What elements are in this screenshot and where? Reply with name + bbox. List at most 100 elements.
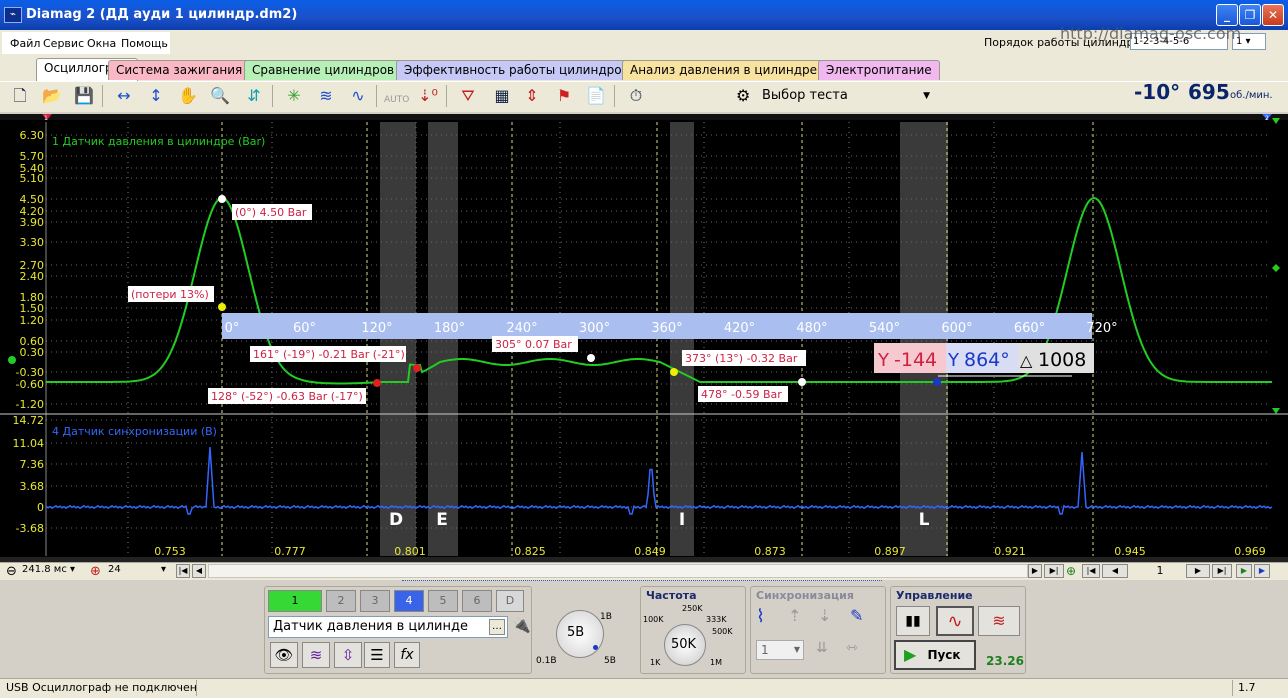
wave-invert-icon[interactable]: ≋	[302, 642, 330, 668]
channel-4-button[interactable]: 4	[394, 590, 424, 612]
tab-ignition[interactable]: Система зажигания	[108, 60, 251, 80]
window-title: Diamag 2 (ДД ауди 1 цилиндр.dm2)	[26, 7, 298, 22]
page-last-button[interactable]: ▶|	[1212, 564, 1232, 578]
watermark: http://diamag-osc.com	[1060, 24, 1242, 43]
magnifier-icon[interactable]: 🔍	[208, 84, 232, 108]
multi-wave-button[interactable]: ≋	[978, 606, 1020, 636]
auto-icon[interactable]: AUTO	[384, 84, 409, 108]
control-title: Управление	[896, 589, 973, 602]
document-icon[interactable]: 📄	[584, 84, 608, 108]
fit-icon[interactable]: ⇵	[242, 84, 266, 108]
timebase-select[interactable]: 241.8 мс ▾	[22, 564, 88, 578]
time-tick-label: 0.969	[1234, 545, 1266, 558]
menu-windows[interactable]: Окна	[87, 37, 116, 50]
auto-clock-icon[interactable]: ⏱	[624, 84, 648, 108]
tab-cylinder-efficiency[interactable]: Эффективность работы цилиндров	[396, 60, 637, 80]
sensor-settings-icon[interactable]: 🔌	[512, 616, 531, 634]
sync-rising-icon[interactable]: ⌇	[756, 606, 765, 627]
degree-tick-label: 0°	[225, 321, 240, 336]
lines-icon[interactable]: ☰	[364, 642, 390, 668]
sync-down-icon[interactable]: ⇣	[818, 606, 831, 625]
horizontal-scrollbar[interactable]	[208, 564, 1028, 578]
pause-button[interactable]: ▮▮	[896, 606, 930, 636]
page-prev-button[interactable]: ◀	[1102, 564, 1128, 578]
new-file-icon[interactable]: 🗋	[8, 84, 32, 108]
ch4-tick-label: 7.36	[20, 458, 45, 471]
zoom-horizontal-icon[interactable]: ↔	[112, 84, 136, 108]
first-page-button[interactable]: |◀	[176, 564, 190, 578]
ch1-scale-top	[1272, 118, 1280, 124]
data-point	[373, 379, 381, 387]
play-page-button[interactable]: ▶	[1236, 564, 1252, 578]
channel-6-button[interactable]: 6	[462, 590, 492, 612]
tab-cylinder-compare[interactable]: Сравнение цилиндров	[244, 60, 403, 80]
function-icon[interactable]: fx	[394, 642, 420, 668]
sensor-select[interactable]: Датчик давления в цилинде…	[268, 616, 508, 638]
channel-5-button[interactable]: 5	[428, 590, 458, 612]
tab-power[interactable]: Электропитание	[818, 60, 940, 80]
sync-level-icon[interactable]: ⇊	[816, 640, 828, 656]
frequency-knob[interactable]: 50K	[664, 624, 706, 666]
page-first-button[interactable]: |◀	[1082, 564, 1100, 578]
open-folder-icon[interactable]: 📂	[40, 84, 64, 108]
eye-icon[interactable]: 👁	[270, 642, 298, 668]
menu-file[interactable]: Файл	[10, 37, 40, 50]
single-wave-button[interactable]: ∿	[936, 606, 974, 636]
ch4-tick-label: 0	[37, 501, 44, 514]
sync-select[interactable]: 1 ▼	[756, 640, 804, 660]
degree-tick-label: 660°	[1014, 321, 1045, 336]
sync-up-icon[interactable]: ⇡	[788, 606, 801, 625]
zoom-vertical-icon[interactable]: ↕	[144, 84, 168, 108]
add-page-icon[interactable]: ⊕	[1066, 564, 1076, 578]
sync-auto-icon[interactable]: ✎	[850, 606, 863, 625]
hand-pan-icon[interactable]: ✋	[176, 84, 200, 108]
prev-page-button[interactable]: ◀	[192, 564, 206, 578]
waveform-multi-icon[interactable]: ≋	[314, 84, 338, 108]
save-icon[interactable]: 💾	[72, 84, 96, 108]
channel-d-button[interactable]: D	[496, 590, 524, 612]
play-forward-button[interactable]: ▶	[1254, 564, 1270, 578]
time-tick-label: 0.777	[274, 545, 306, 558]
degree-tick-label: 720°	[1086, 321, 1117, 336]
trigger-select[interactable]: 24 ▾	[108, 564, 166, 578]
page-number[interactable]: 1	[1140, 564, 1180, 577]
test-select[interactable]: ⚙ Выбор теста ▼	[734, 85, 934, 107]
table-icon[interactable]: ▦	[490, 84, 514, 108]
app-icon[interactable]: ⌁	[4, 7, 22, 23]
chevron-down-icon: ▼	[923, 91, 930, 101]
voltage-knob[interactable]: 5В	[556, 610, 604, 658]
degree-tick-label: 60°	[293, 321, 316, 336]
splitter[interactable]	[392, 580, 892, 584]
channel-2-button[interactable]: 2	[326, 590, 356, 612]
sync-select-value: 1	[761, 643, 769, 657]
offset-arrows-icon[interactable]: ⇳	[334, 642, 362, 668]
marker-flag-icon[interactable]: ⚑	[552, 84, 576, 108]
zero-offset-icon[interactable]: ⇣⁰	[416, 84, 440, 108]
trigger-icon[interactable]: ⊕	[90, 564, 101, 579]
menu-help[interactable]: Помощь	[121, 37, 168, 50]
settings-doc-icon: ⚙	[736, 86, 751, 105]
tab-pressure-analysis[interactable]: Анализ давления в цилиндре	[622, 60, 825, 80]
channel-3-button[interactable]: 3	[360, 590, 390, 612]
next-button[interactable]: ▶	[1028, 564, 1042, 578]
more-icon[interactable]: …	[489, 619, 505, 635]
zoom-out-icon[interactable]: ⊖	[6, 564, 17, 579]
start-button[interactable]: ▶ Пуск	[894, 640, 976, 670]
channel-1-button[interactable]: 1	[268, 590, 322, 612]
page-next-button[interactable]: ▶	[1186, 564, 1210, 578]
maximize-button[interactable]: ❐	[1239, 4, 1261, 26]
menu-service[interactable]: Сервис	[43, 37, 84, 50]
filter-icon[interactable]: ⛛	[456, 84, 480, 108]
scope-canvas[interactable]: 1 Датчик давления в цилиндре (Bar) 4 Дат…	[0, 114, 1288, 564]
last-button[interactable]: ▶|	[1044, 564, 1064, 578]
minimize-button[interactable]: _	[1216, 4, 1238, 26]
angle-readout: -10°	[1134, 80, 1181, 104]
sync-spread-icon[interactable]: ⇿	[846, 640, 858, 656]
oscilloscope-view[interactable]: 1 Датчик давления в цилиндре (Bar) 4 Дат…	[0, 114, 1288, 564]
waveform-cross-icon[interactable]: ✳	[282, 84, 306, 108]
waveform-wave-icon[interactable]: ∿	[346, 84, 370, 108]
close-button[interactable]: ✕	[1262, 4, 1284, 26]
ch4-tick-label: 3.68	[20, 480, 45, 493]
degree-tick-label: 120°	[361, 321, 392, 336]
spread-icon[interactable]: ⇕	[520, 84, 544, 108]
